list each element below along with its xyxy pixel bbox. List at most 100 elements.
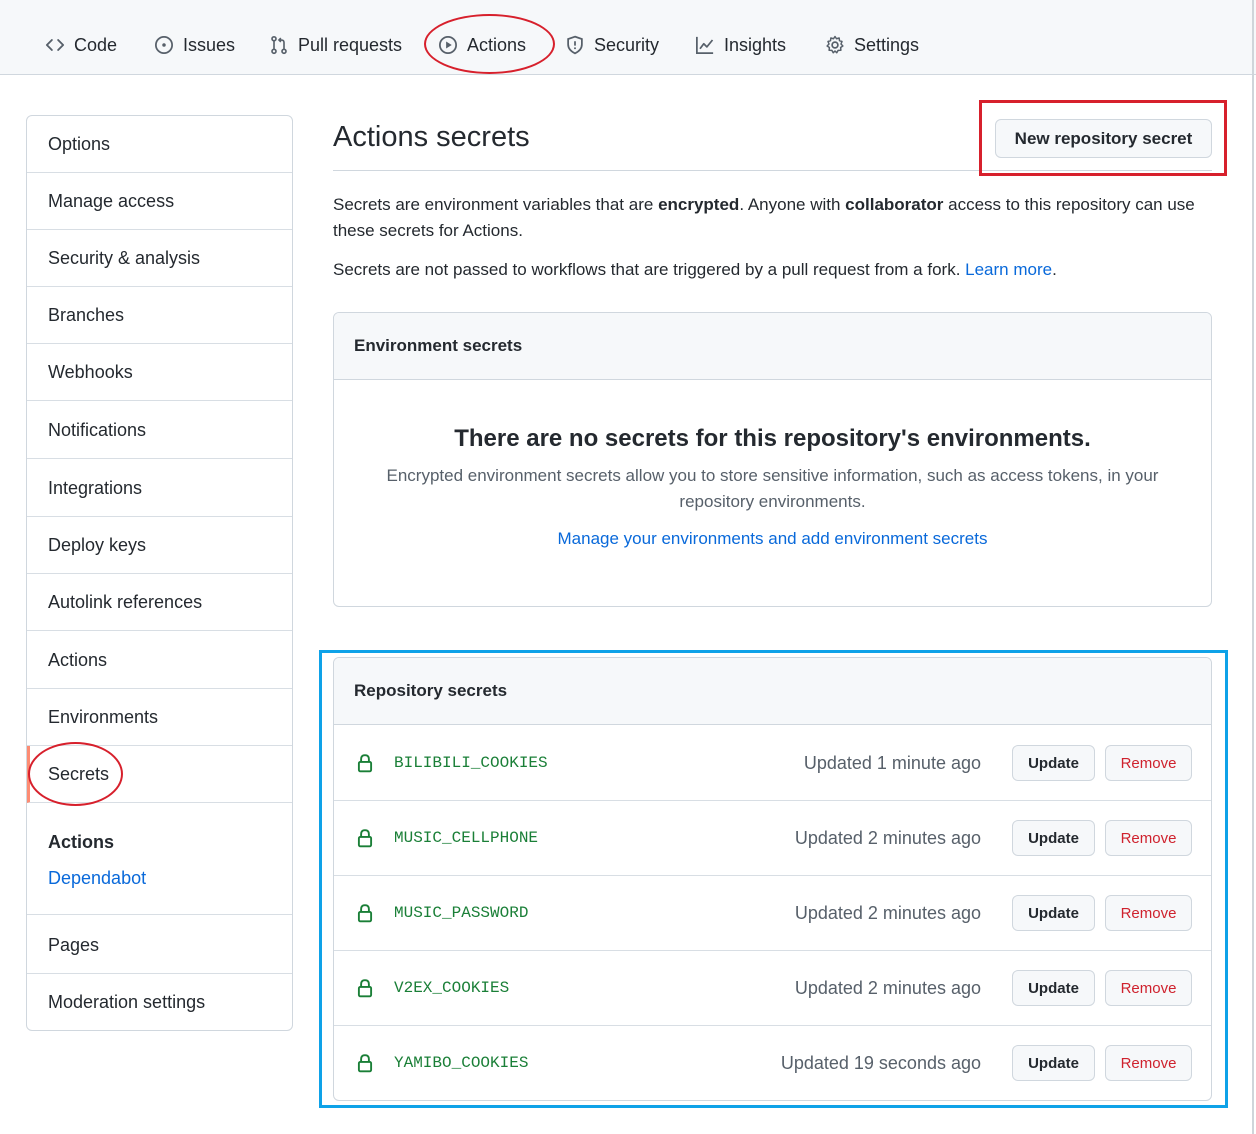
secret-updated-time: Updated 2 minutes ago xyxy=(794,903,981,923)
secret-name: V2EX_COOKIES xyxy=(394,979,510,997)
repository-secrets-box: Repository secrets BILIBILI_COOKIES Updat… xyxy=(333,657,1212,1101)
lock-icon xyxy=(357,754,373,773)
update-secret-button[interactable]: Update xyxy=(1012,820,1095,856)
environment-empty-description: Encrypted environment secrets allow you … xyxy=(386,466,1159,511)
sidebar-item-label: Webhooks xyxy=(48,361,133,382)
sidebar-item-label: Deploy keys xyxy=(48,534,147,555)
manage-environments-link[interactable]: Manage your environments and add environ… xyxy=(334,529,1211,549)
sidebar-item-actions[interactable]: Actions xyxy=(27,632,292,689)
update-secret-button[interactable]: Update xyxy=(1012,895,1095,931)
tab-issues[interactable]: Issues xyxy=(154,30,235,60)
lock-icon xyxy=(357,979,373,998)
tab-pull-requests-label: Pull requests xyxy=(298,34,403,55)
tab-settings-label: Settings xyxy=(854,34,920,55)
remove-secret-button[interactable]: Remove xyxy=(1105,895,1192,931)
tab-actions[interactable]: Actions xyxy=(438,30,526,60)
lock-icon xyxy=(357,904,373,923)
tab-code[interactable]: Code xyxy=(45,30,117,60)
sidebar-item-moderation-settings[interactable]: Moderation settings xyxy=(27,974,292,1030)
sidebar-item-environments[interactable]: Environments xyxy=(27,689,292,746)
secret-name: MUSIC_PASSWORD xyxy=(394,904,529,922)
code-icon xyxy=(45,39,65,51)
update-secret-button[interactable]: Update xyxy=(1012,970,1095,1006)
environment-secrets-box: Environment secrets There are no secrets… xyxy=(333,312,1212,607)
gear-icon xyxy=(826,35,844,54)
sidebar-item-label: Environments xyxy=(48,706,159,727)
update-secret-button[interactable]: Update xyxy=(1012,745,1095,781)
secret-row: MUSIC_CELLPHONE Updated 2 minutes ago Upda… xyxy=(334,801,1211,876)
sidebar-item-webhooks[interactable]: Webhooks xyxy=(27,344,292,401)
secret-row: BILIBILI_COOKIES Updated 1 minute ago Upda… xyxy=(334,726,1211,801)
secret-name: YAMIBO_COOKIES xyxy=(394,1054,529,1072)
issue-opened-icon xyxy=(155,36,173,54)
tab-security[interactable]: Security xyxy=(565,30,659,60)
secrets-description: Secrets are environment variables that a… xyxy=(333,192,1213,244)
tab-pull-requests[interactable]: Pull requests xyxy=(269,30,402,60)
desc-bold-encrypted: encrypted xyxy=(658,195,740,214)
sidebar-item-label: Branches xyxy=(48,304,125,325)
secret-name: MUSIC_CELLPHONE xyxy=(394,829,539,847)
play-icon xyxy=(439,36,457,54)
secret-updated-time: Updated 1 minute ago xyxy=(803,753,981,773)
desc-text: Secrets are environment variables that a… xyxy=(333,195,659,214)
secret-row: YAMIBO_COOKIES Updated 19 seconds ago Upda… xyxy=(334,1026,1211,1100)
window-edge xyxy=(1252,0,1254,1134)
sidebar-item-label: Security & analysis xyxy=(48,247,201,268)
lock-icon xyxy=(357,829,373,848)
tab-insights-label: Insights xyxy=(724,34,787,55)
settings-sidebar: Options Manage access Security & analysi… xyxy=(26,115,293,1031)
shield-icon xyxy=(567,35,583,55)
remove-secret-button[interactable]: Remove xyxy=(1105,1045,1192,1081)
desc-text: . Anyone with xyxy=(739,195,846,214)
title-divider xyxy=(333,170,1212,171)
git-pull-request-icon xyxy=(271,35,287,55)
secret-updated-time: Updated 2 minutes ago xyxy=(794,978,981,998)
sidebar-item-notifications[interactable]: Notifications xyxy=(27,402,292,459)
fork-note-text: Secrets are not passed to workflows that… xyxy=(333,260,966,279)
environment-secrets-header: Environment secrets xyxy=(334,313,1211,380)
secret-row: MUSIC_PASSWORD Updated 2 minutes ago Updat… xyxy=(334,876,1211,951)
sidebar-item-pages[interactable]: Pages xyxy=(27,917,292,974)
page-title: Actions secrets xyxy=(333,121,530,153)
tab-actions-label: Actions xyxy=(467,34,527,55)
sidebar-item-label: Secrets xyxy=(48,763,110,784)
sidebar-link-dependabot[interactable]: Dependabot xyxy=(48,868,146,889)
tab-settings[interactable]: Settings xyxy=(825,30,919,60)
sidebar-item-options[interactable]: Options xyxy=(27,116,292,173)
fork-note-end: . xyxy=(1052,260,1057,279)
sidebar-item-branches[interactable]: Branches xyxy=(27,287,292,344)
secret-updated-time: Updated 2 minutes ago xyxy=(794,828,981,848)
lock-icon xyxy=(357,1054,373,1073)
remove-secret-button[interactable]: Remove xyxy=(1105,820,1192,856)
repository-secrets-header: Repository secrets xyxy=(334,658,1211,725)
secret-row: V2EX_COOKIES Updated 2 minutes ago Update R… xyxy=(334,951,1211,1026)
sidebar-item-label: Manage access xyxy=(48,190,175,211)
sidebar-item-label: Actions xyxy=(48,649,108,670)
remove-secret-button[interactable]: Remove xyxy=(1105,970,1192,1006)
sidebar-item-integrations[interactable]: Integrations xyxy=(27,460,292,517)
sidebar-item-label: Moderation settings xyxy=(48,992,206,1012)
sidebar-item-label: Notifications xyxy=(48,419,147,440)
sidebar-item-label: Autolink references xyxy=(48,591,203,612)
environment-empty-title: There are no secrets for this repository… xyxy=(454,425,1091,452)
sidebar-item-manage-access[interactable]: Manage access xyxy=(27,173,292,230)
remove-secret-button[interactable]: Remove xyxy=(1105,745,1192,781)
sidebar-item-label: Integrations xyxy=(48,477,143,498)
learn-more-link[interactable]: Learn more xyxy=(965,260,1052,279)
tab-insights[interactable]: Insights xyxy=(695,30,786,60)
desc-bold-collaborator: collaborator xyxy=(845,195,944,214)
sidebar-item-deploy-keys[interactable]: Deploy keys xyxy=(27,517,292,574)
sidebar-item-security-analysis[interactable]: Security & analysis xyxy=(27,230,292,287)
update-secret-button[interactable]: Update xyxy=(1012,1045,1095,1081)
sidebar-item-secrets[interactable]: Secrets xyxy=(27,746,292,803)
fork-note: Secrets are not passed to workflows that… xyxy=(333,257,1213,283)
sidebar-item-label: Options xyxy=(48,133,111,154)
new-repository-secret-button[interactable]: New repository secret xyxy=(995,119,1212,158)
tab-issues-label: Issues xyxy=(183,34,236,55)
tab-security-label: Security xyxy=(594,34,660,55)
sidebar-subheading-actions: Actions xyxy=(48,832,115,852)
tab-code-label: Code xyxy=(74,34,118,55)
graph-icon xyxy=(696,36,714,54)
sidebar-item-autolink-references[interactable]: Autolink references xyxy=(27,574,292,631)
sidebar-divider xyxy=(27,914,292,915)
